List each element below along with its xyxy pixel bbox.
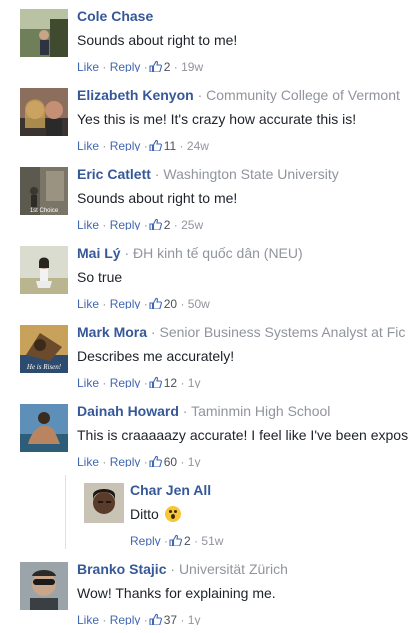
like-link[interactable]: Like bbox=[77, 376, 99, 388]
comment-body: Mark Mora · Senior Business Systems Anal… bbox=[77, 322, 410, 388]
thumbs-up-icon[interactable] bbox=[169, 528, 183, 546]
avatar[interactable] bbox=[84, 483, 124, 523]
thumbs-up-icon[interactable] bbox=[149, 133, 162, 151]
author-name[interactable]: Mai Lý bbox=[77, 245, 121, 261]
comment-text: Sounds about right to me! bbox=[77, 190, 238, 206]
avatar[interactable]: He is Risen! bbox=[20, 325, 68, 373]
author-name[interactable]: Elizabeth Kenyon bbox=[77, 87, 194, 103]
author-name[interactable]: Eric Catlett bbox=[77, 166, 151, 182]
avatar[interactable] bbox=[20, 562, 68, 610]
comment-body: Eric Catlett · Washington State Universi… bbox=[77, 164, 410, 230]
comment: Cole Chase Sounds about right to me! Lik… bbox=[20, 6, 410, 80]
comment-body: Elizabeth Kenyon · Community College of … bbox=[77, 85, 410, 151]
comment-body: Dainah Howard · Taminmin High School Thi… bbox=[77, 401, 410, 467]
like-count[interactable]: 20 bbox=[164, 297, 177, 309]
timestamp[interactable]: 1y bbox=[188, 613, 201, 625]
comment-body: Cole Chase Sounds about right to me! Lik… bbox=[77, 6, 410, 72]
like-count[interactable]: 2 bbox=[164, 60, 171, 72]
author-affiliation: ĐH kinh tế quốc dân (NEU) bbox=[133, 245, 303, 261]
reply-link[interactable]: Reply bbox=[110, 297, 141, 309]
like-count[interactable]: 60 bbox=[164, 455, 177, 467]
timestamp[interactable]: 50w bbox=[188, 297, 210, 309]
like-count[interactable]: 37 bbox=[164, 613, 177, 625]
timestamp[interactable]: 1y bbox=[188, 376, 201, 388]
reply-link[interactable]: Reply bbox=[110, 455, 141, 467]
comment-actions: Like · Reply · 20 · 50w bbox=[77, 289, 410, 309]
like-link[interactable]: Like bbox=[77, 139, 99, 151]
comment: Mai Lý · ĐH kinh tế quốc dân (NEU) So tr… bbox=[20, 243, 410, 317]
reply-comment: Char Jen All Ditto Reply · 2 · 51w bbox=[84, 480, 410, 554]
thumbs-up-icon[interactable] bbox=[149, 370, 162, 388]
timestamp[interactable]: 24w bbox=[187, 139, 209, 151]
comment-actions: Like · Reply · 60 · 1y bbox=[77, 447, 410, 467]
author-name[interactable]: Char Jen All bbox=[130, 482, 211, 498]
avatar-caption: 1st Choice bbox=[30, 208, 59, 214]
like-count[interactable]: 12 bbox=[164, 376, 177, 388]
timestamp[interactable]: 1y bbox=[188, 455, 201, 467]
like-count[interactable]: 2 bbox=[164, 218, 171, 230]
comment-text: Sounds about right to me! bbox=[77, 32, 238, 48]
author-name[interactable]: Branko Stajic bbox=[77, 561, 166, 577]
author-affiliation: Universität Zürich bbox=[178, 561, 288, 577]
comment-actions: Like · Reply · 2 · 25w bbox=[77, 210, 410, 230]
thumbs-up-icon[interactable] bbox=[149, 54, 162, 72]
reply-link[interactable]: Reply bbox=[110, 60, 141, 72]
comment-body: Char Jen All Ditto Reply · 2 · 51w bbox=[130, 480, 410, 546]
comment-actions: Like · Reply · 37 · 1y bbox=[77, 605, 410, 625]
reply-link[interactable]: Reply bbox=[110, 139, 141, 151]
avatar-caption: He is Risen! bbox=[26, 363, 62, 371]
comment-actions: Like · Reply · 11 · 24w bbox=[77, 131, 410, 151]
comment-text: Ditto bbox=[130, 500, 410, 526]
like-link[interactable]: Like bbox=[77, 60, 99, 72]
comment-text: Wow! Thanks for explaining me. bbox=[77, 585, 276, 601]
avatar[interactable] bbox=[20, 404, 68, 452]
timestamp[interactable]: 51w bbox=[201, 534, 223, 546]
comment-text: Yes this is me! It's crazy how accurate … bbox=[77, 111, 357, 127]
thumbs-up-icon[interactable] bbox=[149, 607, 162, 625]
thumbs-up-icon[interactable] bbox=[149, 212, 162, 230]
author-name[interactable]: Dainah Howard bbox=[77, 403, 179, 419]
like-link[interactable]: Like bbox=[77, 455, 99, 467]
reply-link[interactable]: Reply bbox=[130, 534, 161, 546]
avatar[interactable] bbox=[20, 88, 68, 136]
reply-thread: Char Jen All Ditto Reply · 2 · 51w bbox=[65, 475, 410, 549]
comment: Dainah Howard · Taminmin High School Thi… bbox=[20, 401, 410, 475]
avatar[interactable]: 1st Choice bbox=[20, 167, 68, 215]
author-affiliation: Taminmin High School bbox=[191, 403, 331, 419]
avatar[interactable] bbox=[20, 9, 68, 57]
comment-body: Mai Lý · ĐH kinh tế quốc dân (NEU) So tr… bbox=[77, 243, 410, 309]
comment: 1st Choice Eric Catlett · Washington Sta… bbox=[20, 164, 410, 238]
reply-link[interactable]: Reply bbox=[110, 613, 141, 625]
author-affiliation: Senior Business Systems Analyst at Fic bbox=[159, 324, 406, 340]
comment-text: Describes me accurately! bbox=[77, 348, 235, 364]
like-count[interactable]: 2 bbox=[184, 534, 191, 546]
avatar[interactable] bbox=[20, 246, 68, 294]
comment-actions: Like · Reply · 2 · 19w bbox=[77, 52, 410, 72]
comment-text: So true bbox=[77, 269, 123, 285]
like-link[interactable]: Like bbox=[77, 218, 99, 230]
comment-body: Branko Stajic · Universität Zürich Wow! … bbox=[77, 559, 410, 625]
thumbs-up-icon[interactable] bbox=[149, 291, 162, 309]
comment-actions: Reply · 2 · 51w bbox=[130, 526, 410, 546]
timestamp[interactable]: 19w bbox=[181, 60, 203, 72]
comment: Elizabeth Kenyon · Community College of … bbox=[20, 85, 410, 159]
comment: Branko Stajic · Universität Zürich Wow! … bbox=[20, 559, 410, 633]
comment-actions: Like · Reply · 12 · 1y bbox=[77, 368, 410, 388]
author-name[interactable]: Cole Chase bbox=[77, 8, 153, 24]
like-link[interactable]: Like bbox=[77, 297, 99, 309]
reply-link[interactable]: Reply bbox=[110, 376, 141, 388]
comment-text: This is craaaaazy accurate! I feel like … bbox=[77, 427, 409, 443]
thumbs-up-icon[interactable] bbox=[149, 449, 162, 467]
like-link[interactable]: Like bbox=[77, 613, 99, 625]
author-affiliation: Community College of Vermont bbox=[206, 87, 400, 103]
author-affiliation: Washington State University bbox=[163, 166, 339, 182]
reply-link[interactable]: Reply bbox=[110, 218, 141, 230]
like-count[interactable]: 11 bbox=[164, 139, 176, 151]
author-name[interactable]: Mark Mora bbox=[77, 324, 147, 340]
timestamp[interactable]: 25w bbox=[181, 218, 203, 230]
comment: He is Risen! Mark Mora · Senior Business… bbox=[20, 322, 410, 396]
surprised-emoji-icon bbox=[164, 506, 181, 522]
